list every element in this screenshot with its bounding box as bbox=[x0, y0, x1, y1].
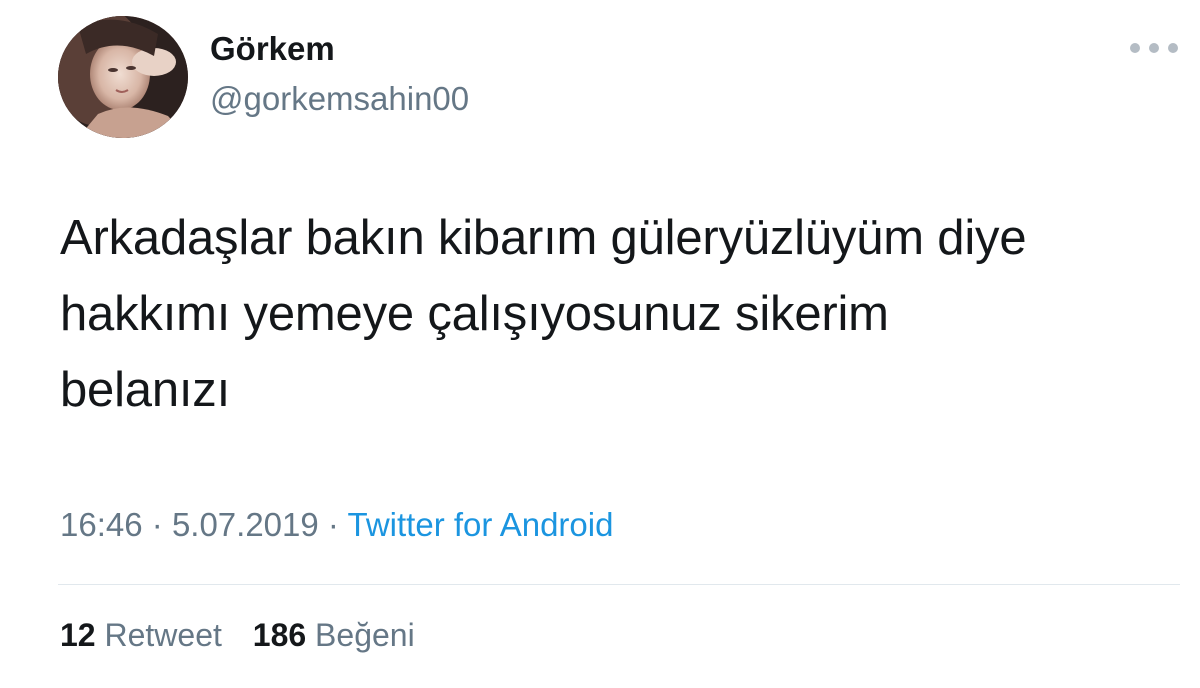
avatar-photo bbox=[58, 16, 188, 138]
likes-stat[interactable]: 186 Beğeni bbox=[253, 617, 415, 654]
more-dot bbox=[1130, 43, 1140, 53]
retweets-count: 12 bbox=[60, 617, 96, 653]
more-dot bbox=[1149, 43, 1159, 53]
tweet-time[interactable]: 16:46 bbox=[60, 506, 143, 543]
likes-label: Beğeni bbox=[315, 617, 415, 653]
tweet-text-line: Arkadaşlar bakın kibarım güleryüzlüyüm d… bbox=[60, 211, 1027, 265]
tweet-stats: 12 Retweet 186 Beğeni bbox=[60, 617, 415, 654]
more-options-icon[interactable] bbox=[1130, 36, 1178, 60]
tweet-source-link[interactable]: Twitter for Android bbox=[348, 506, 614, 543]
user-handle[interactable]: @gorkemsahin00 bbox=[210, 80, 469, 118]
tweet-card: Görkem @gorkemsahin00 Arkadaşlar bakın k… bbox=[0, 0, 1200, 688]
tweet-text: Arkadaşlar bakın kibarım güleryüzlüyüm d… bbox=[60, 200, 1170, 428]
retweets-stat[interactable]: 12 Retweet bbox=[60, 617, 222, 654]
tweet-meta: 16:46 · 5.07.2019 · Twitter for Android bbox=[60, 506, 613, 544]
tweet-date[interactable]: 5.07.2019 bbox=[172, 506, 319, 543]
display-name[interactable]: Görkem bbox=[210, 30, 335, 68]
meta-separator: · bbox=[151, 506, 163, 543]
tweet-text-line: hakkımı yemeye çalışıyosunuz sikerim bbox=[60, 287, 889, 341]
avatar[interactable] bbox=[58, 16, 188, 138]
tweet-text-line: belanızı bbox=[60, 363, 231, 417]
more-dot bbox=[1168, 43, 1178, 53]
meta-separator: · bbox=[327, 506, 339, 543]
likes-count: 186 bbox=[252, 617, 307, 653]
retweets-label: Retweet bbox=[104, 617, 222, 653]
divider bbox=[58, 584, 1180, 585]
